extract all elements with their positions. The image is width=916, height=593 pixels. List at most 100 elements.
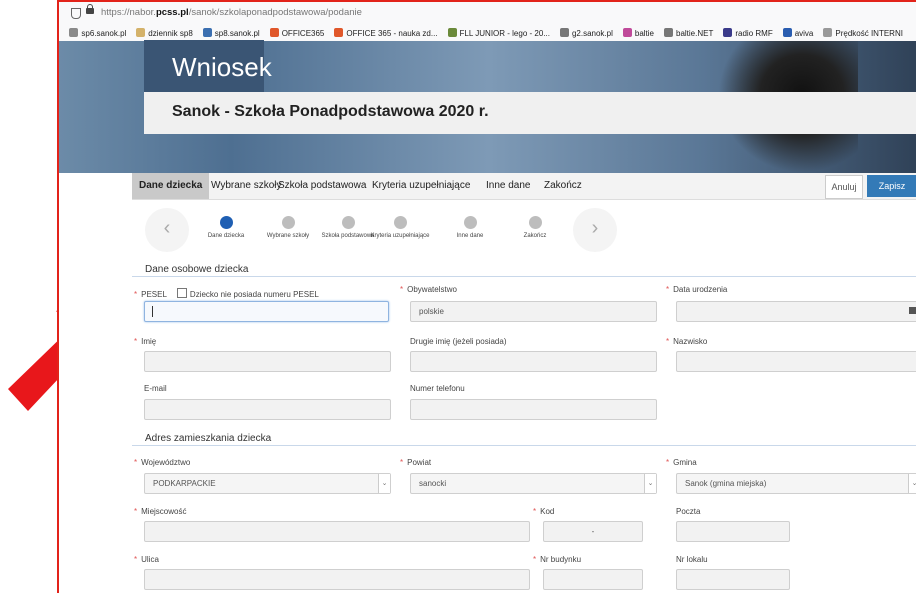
post-input[interactable]: [676, 521, 790, 542]
browser-window: https://nabor.pcss.pl/sanok/szkolaponadp…: [57, 0, 916, 593]
next-step-button[interactable]: ›: [573, 208, 617, 252]
street-input[interactable]: [144, 569, 530, 590]
bookmark-favicon-icon: [622, 28, 632, 37]
bookmark-item[interactable]: Prędkość INTERNI: [823, 28, 903, 38]
building-input[interactable]: [543, 569, 643, 590]
tab-inne-dane[interactable]: Inne dane: [486, 173, 531, 199]
voivodeship-label: * Województwo: [134, 458, 191, 467]
postcode-input[interactable]: -: [543, 521, 643, 542]
apartment-input[interactable]: [676, 569, 790, 590]
birthdate-label: * Data urodzenia: [666, 285, 728, 294]
step-dot-icon: [528, 216, 542, 229]
bookmark-favicon-icon: [69, 28, 79, 37]
tab-szkola-podstawowa[interactable]: Szkoła podstawowa: [278, 173, 366, 199]
url-text[interactable]: https://nabor.pcss.pl/sanok/szkolaponadp…: [101, 7, 362, 18]
voivodeship-select[interactable]: PODKARPACKIE ⌄: [144, 473, 391, 494]
city-label: * Miejscowość: [134, 507, 187, 516]
section-divider: [132, 276, 916, 277]
bookmark-favicon-icon: [269, 28, 279, 37]
subtitle-box: Sanok - Szkoła Ponadpodstawowa 2020 r.: [144, 92, 916, 134]
section-title-address: Adres zamieszkania dziecka: [145, 433, 272, 444]
bookmark-favicon-icon: [664, 28, 673, 37]
chevron-left-icon: ‹: [163, 217, 171, 239]
no-pesel-label: Dziecko nie posiada numeru PESEL: [189, 290, 319, 299]
city-input[interactable]: [144, 521, 530, 542]
post-label: Poczta: [676, 507, 701, 516]
tab-zakoncz[interactable]: Zakończ: [544, 173, 582, 199]
bookmark-item[interactable]: sp8.sanok.pl: [202, 28, 260, 38]
pesel-label: * PESEL Dziecko nie posiada numeru PESEL: [134, 288, 319, 299]
apartment-label: Nr lokalu: [676, 555, 708, 564]
bookmark-favicon-icon: [723, 28, 733, 37]
tab-dane-dziecka[interactable]: Dane dziecka: [132, 173, 210, 199]
street-label: * Ulica: [134, 555, 159, 564]
step-kryteria[interactable]: Kryteria uzupełniające: [365, 216, 435, 239]
section-divider: [132, 445, 916, 446]
bookmark-favicon-icon: [202, 28, 212, 37]
middlename-input[interactable]: [410, 351, 657, 372]
text-caret: [152, 306, 153, 317]
bookmark-item[interactable]: radio RMF: [723, 28, 773, 38]
phone-input[interactable]: [410, 399, 657, 420]
save-button[interactable]: Zapisz: [867, 175, 916, 197]
commune-label: * Gmina: [666, 458, 697, 467]
phone-label: Numer telefonu: [410, 384, 465, 393]
cancel-button[interactable]: Anuluj: [825, 175, 863, 199]
chevron-down-icon: ⌄: [644, 474, 656, 493]
citizenship-label: * Obywatelstwo: [400, 285, 457, 294]
postcode-label: * Kod: [533, 507, 555, 516]
building-label: * Nr budynku: [533, 555, 582, 564]
page-title: Wniosek: [172, 52, 272, 82]
bookmark-favicon-icon: [782, 28, 792, 37]
birthdate-input[interactable]: [676, 301, 916, 322]
bookmark-favicon-icon: [559, 28, 569, 37]
bookmark-favicon-icon: [136, 28, 146, 37]
email-label: E-mail: [144, 384, 167, 393]
bookmark-favicon-icon: [447, 28, 457, 37]
chevron-down-icon: ⌄: [378, 474, 390, 493]
section-title-personal: Dane osobowe dziecka: [145, 264, 249, 275]
firstname-label: * Imię: [134, 337, 157, 346]
step-dot-icon: [219, 216, 233, 229]
step-dot-icon: [281, 216, 295, 229]
shield-icon: [71, 8, 81, 19]
bookmark-item[interactable]: FLL JUNIOR - lego - 20...: [447, 28, 550, 38]
firstname-input[interactable]: [144, 351, 391, 372]
county-select[interactable]: sanocki ⌄: [410, 473, 657, 494]
bookmark-item[interactable]: baltie: [622, 28, 654, 38]
citizenship-field[interactable]: polskie: [410, 301, 657, 322]
calendar-icon[interactable]: [909, 307, 916, 314]
tabs-bar: Dane dziecka Wybrane szkoły Szkoła podst…: [132, 173, 916, 200]
step-dot-icon: [341, 216, 355, 229]
lastname-label: * Nazwisko: [666, 337, 708, 346]
bookmark-item[interactable]: OFFICE365: [269, 28, 324, 38]
bookmark-item[interactable]: baltie.NET: [664, 28, 713, 38]
email-input[interactable]: [144, 399, 391, 420]
bookmark-favicon-icon: [334, 28, 344, 37]
tab-wybrane-szkoly[interactable]: Wybrane szkoły: [211, 173, 282, 199]
lastname-input[interactable]: [676, 351, 916, 372]
wizard-stepper: ‹ Dane dziecka Wybrane szkoły Szkoła pod…: [145, 206, 625, 256]
step-dot-icon: [393, 216, 407, 229]
commune-select[interactable]: Sanok (gmina miejska)⌄: [676, 473, 916, 494]
lock-icon: [86, 4, 94, 14]
no-pesel-checkbox[interactable]: [176, 288, 187, 298]
pesel-input[interactable]: [144, 301, 389, 322]
county-label: * Powiat: [400, 458, 432, 467]
tab-kryteria[interactable]: Kryteria uzupełniające: [372, 173, 470, 199]
step-zakoncz[interactable]: Zakończ: [495, 216, 575, 239]
step-dot-icon: [463, 216, 477, 229]
bookmark-item[interactable]: sp6.sanok.pl: [69, 28, 126, 38]
chevron-down-icon: ⌄: [908, 474, 916, 493]
bookmark-item[interactable]: g2.sanok.pl: [559, 28, 613, 38]
bookmark-item[interactable]: aviva: [782, 28, 813, 38]
bookmark-item[interactable]: OFFICE 365 - nauka zd...: [334, 28, 438, 38]
page-title-box: Wniosek: [144, 40, 272, 92]
middlename-label: Drugie imię (jeżeli posiada): [410, 337, 507, 346]
bookmark-item[interactable]: dziennik sp8: [136, 28, 193, 38]
bookmark-item[interactable]: ennik sp6 i sp8: [59, 29, 60, 38]
address-bar[interactable]: https://nabor.pcss.pl/sanok/szkolaponadp…: [59, 2, 916, 25]
chevron-right-icon: ›: [591, 217, 599, 239]
prev-step-button[interactable]: ‹: [145, 208, 189, 252]
bookmark-favicon-icon: [823, 28, 833, 37]
